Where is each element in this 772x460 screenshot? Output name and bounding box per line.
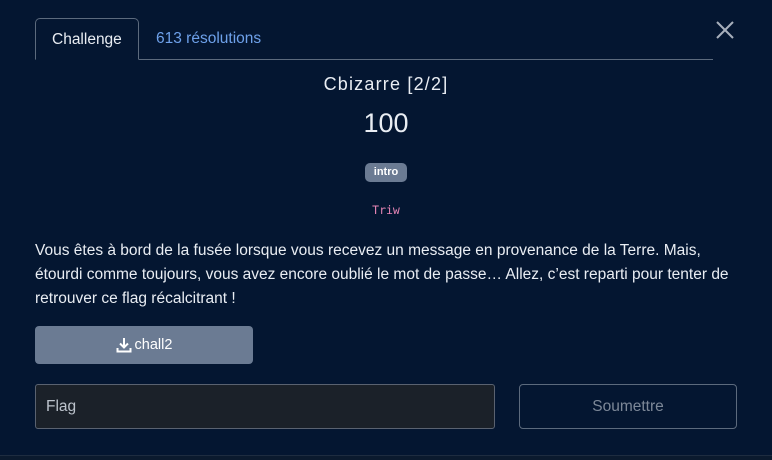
- file-name-label: chall2: [134, 337, 173, 353]
- download-file-button[interactable]: chall2: [35, 326, 253, 364]
- challenge-title: Cbizarre [2/2]: [323, 74, 449, 94]
- tab-resolutions[interactable]: 613 résolutions: [140, 18, 277, 59]
- flag-input[interactable]: [35, 384, 495, 429]
- challenge-modal: Challenge 613 résolutions Cbizarre [2/2]…: [0, 0, 772, 455]
- tab-challenge[interactable]: Challenge: [35, 18, 139, 60]
- close-icon: [716, 21, 734, 39]
- challenge-description: Vous êtes à bord de la fusée lorsque vou…: [35, 242, 729, 307]
- close-button[interactable]: [712, 17, 738, 43]
- tab-bar: Challenge 613 résolutions: [35, 18, 713, 60]
- challenge-points: 100: [363, 108, 409, 138]
- submit-button[interactable]: Soumettre: [519, 384, 737, 429]
- page-bottom-edge: [0, 455, 772, 460]
- challenge-author: Triw: [372, 203, 400, 217]
- category-tag: intro: [365, 163, 407, 182]
- download-icon: [116, 338, 132, 353]
